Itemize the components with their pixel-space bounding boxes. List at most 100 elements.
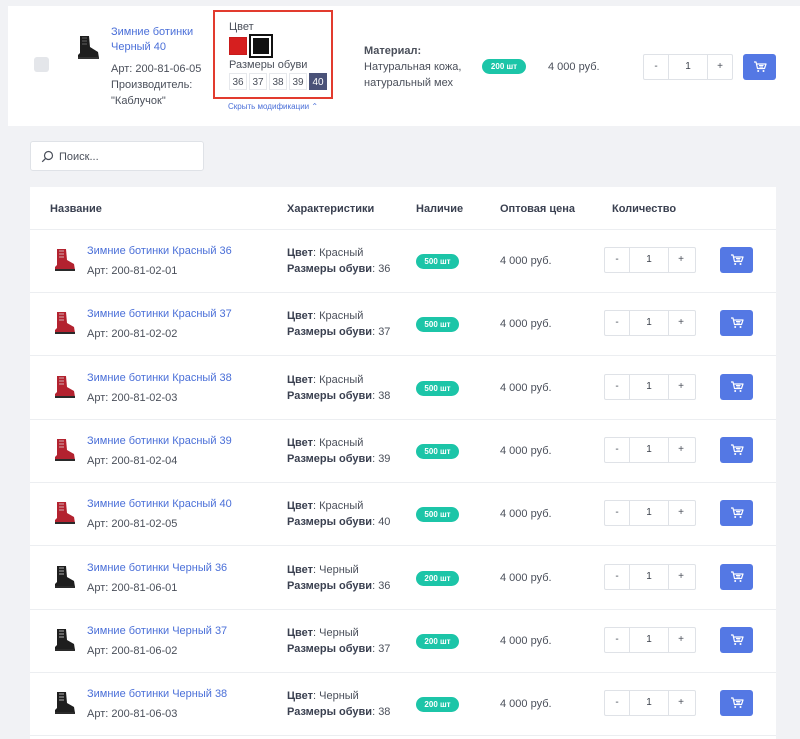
quantity-stepper: - 1 +	[604, 563, 696, 590]
product-meta: Арт: 200-81-06-05 Производитель: "Каблуч…	[111, 61, 211, 109]
qty-input[interactable]: 1	[629, 311, 669, 336]
table-header: Название Характеристики Наличие Оптовая …	[30, 187, 776, 230]
qty-decrease-button[interactable]: -	[605, 311, 629, 335]
spec-color-label: Цвет	[287, 373, 314, 386]
qty-decrease-button[interactable]: -	[605, 628, 629, 652]
spec-size-value: : 37	[372, 326, 391, 339]
qty-increase-button[interactable]: +	[669, 375, 693, 399]
size-option-40[interactable]: 40	[309, 73, 327, 90]
table-row: Зимние ботинки Красный 40 Арт: 200-81-02…	[30, 483, 776, 547]
quantity-stepper: - 1 +	[604, 310, 696, 337]
color-swatch-black[interactable]	[249, 34, 273, 58]
add-to-cart-button[interactable]	[720, 247, 753, 273]
qty-increase-button[interactable]: +	[669, 311, 693, 335]
hide-modifications-link[interactable]: Скрыть модификации ⌃	[228, 102, 318, 111]
stock-badge: 200 шт	[416, 570, 459, 586]
product-name-link[interactable]: Зимние ботинки Черный 38	[87, 688, 227, 700]
color-swatch-red[interactable]	[229, 37, 247, 55]
header-specs[interactable]: Характеристики	[287, 203, 374, 215]
spec-size: Размеры обуви: 37	[287, 326, 390, 338]
spec-color-value: : Черный	[313, 563, 359, 576]
qty-input[interactable]: 1	[629, 248, 669, 272]
header-qty[interactable]: Количество	[612, 203, 676, 215]
add-to-cart-button[interactable]	[720, 500, 753, 527]
product-price: 4 000 руб.	[500, 255, 552, 267]
qty-decrease-button[interactable]: -	[605, 691, 629, 715]
cart-icon	[730, 254, 744, 265]
spec-color-label: Цвет	[287, 436, 314, 449]
quantity-stepper: - 1 +	[604, 373, 696, 400]
cart-icon	[730, 317, 744, 329]
product-name-link[interactable]: Зимние ботинки Красный 40	[87, 498, 232, 510]
add-to-cart-button[interactable]	[720, 436, 753, 463]
stock-badge: 200 шт	[482, 59, 526, 74]
product-price: 4 000 руб.	[500, 381, 552, 394]
product-name-link[interactable]: Зимние ботинки Черный 40	[111, 25, 211, 55]
spec-color: Цвет: Красный	[287, 437, 363, 449]
spec-color: Цвет: Черный	[287, 627, 359, 639]
spec-color-label: Цвет	[287, 247, 314, 259]
boot-icon	[55, 312, 75, 335]
add-to-cart-button[interactable]	[720, 690, 753, 717]
qty-input[interactable]: 1	[629, 374, 669, 399]
spec-color-label: Цвет	[287, 563, 314, 576]
spec-color-value: : Красный	[313, 310, 364, 323]
product-name-link[interactable]: Зимние ботинки Красный 38	[87, 372, 232, 384]
qty-increase-button[interactable]: +	[669, 565, 693, 589]
stock-badge: 500 шт	[416, 254, 459, 269]
table-row: Зимние ботинки Черный 37 Арт: 200-81-06-…	[30, 610, 776, 673]
qty-increase-button[interactable]: +	[669, 691, 693, 715]
add-to-cart-button[interactable]	[743, 54, 776, 80]
qty-increase-button[interactable]: +	[708, 55, 732, 79]
spec-size: Размеры обуви: 38	[287, 706, 390, 718]
add-to-cart-button[interactable]	[720, 373, 753, 400]
product-price: 4 000 руб.	[500, 508, 552, 521]
spec-size-value: : 36	[372, 579, 391, 592]
spec-color: Цвет: Красный	[287, 500, 363, 512]
size-option-39[interactable]: 39	[289, 73, 307, 90]
product-article: Арт: 200-81-02-04	[87, 454, 178, 467]
size-option-38[interactable]: 38	[269, 73, 287, 90]
spec-color-value: : Черный	[313, 626, 359, 639]
product-price: 4 000 руб.	[500, 698, 552, 711]
qty-decrease-button[interactable]: -	[605, 375, 629, 399]
spec-size-label: Размеры обуви	[287, 706, 373, 719]
spec-size-label: Размеры обуви	[287, 263, 373, 275]
product-name-link[interactable]: Зимние ботинки Красный 36	[87, 245, 232, 257]
spec-color: Цвет: Красный	[287, 310, 363, 322]
stock-badge: 500 шт	[416, 443, 459, 459]
qty-decrease-button[interactable]: -	[605, 565, 629, 589]
size-option-36[interactable]: 36	[229, 73, 247, 90]
qty-decrease-button[interactable]: -	[605, 248, 629, 272]
product-price: 4 000 руб.	[500, 634, 552, 647]
spec-size-label: Размеры обуви	[287, 326, 373, 339]
qty-input[interactable]: 1	[629, 437, 669, 462]
product-checkbox[interactable]	[34, 57, 49, 72]
add-to-cart-button[interactable]	[720, 563, 753, 590]
qty-increase-button[interactable]: +	[669, 501, 693, 525]
size-option-37[interactable]: 37	[249, 73, 267, 90]
header-name[interactable]: Название	[50, 203, 102, 215]
qty-increase-button[interactable]: +	[669, 628, 693, 652]
product-name-link[interactable]: Зимние ботинки Черный 36	[87, 562, 227, 574]
header-stock[interactable]: Наличие	[416, 203, 463, 215]
add-to-cart-button[interactable]	[720, 310, 753, 337]
product-name-link[interactable]: Зимние ботинки Красный 39	[87, 435, 232, 447]
search-input[interactable]	[59, 148, 199, 165]
product-article: Арт: 200-81-06-01	[87, 581, 178, 594]
qty-increase-button[interactable]: +	[669, 438, 693, 462]
header-price[interactable]: Оптовая цена	[500, 203, 575, 215]
qty-input[interactable]: 1	[629, 627, 669, 652]
qty-decrease-button[interactable]: -	[605, 501, 629, 525]
product-name-link[interactable]: Зимние ботинки Черный 37	[87, 625, 227, 637]
material-label: Материал:	[364, 45, 422, 57]
product-name-link[interactable]: Зимние ботинки Красный 37	[87, 308, 232, 320]
qty-increase-button[interactable]: +	[669, 248, 693, 272]
qty-decrease-button[interactable]: -	[644, 55, 668, 79]
qty-input[interactable]: 1	[668, 55, 708, 79]
qty-input[interactable]: 1	[629, 564, 669, 589]
add-to-cart-button[interactable]	[720, 626, 753, 653]
qty-input[interactable]: 1	[629, 691, 669, 716]
qty-decrease-button[interactable]: -	[605, 438, 629, 462]
qty-input[interactable]: 1	[629, 501, 669, 526]
